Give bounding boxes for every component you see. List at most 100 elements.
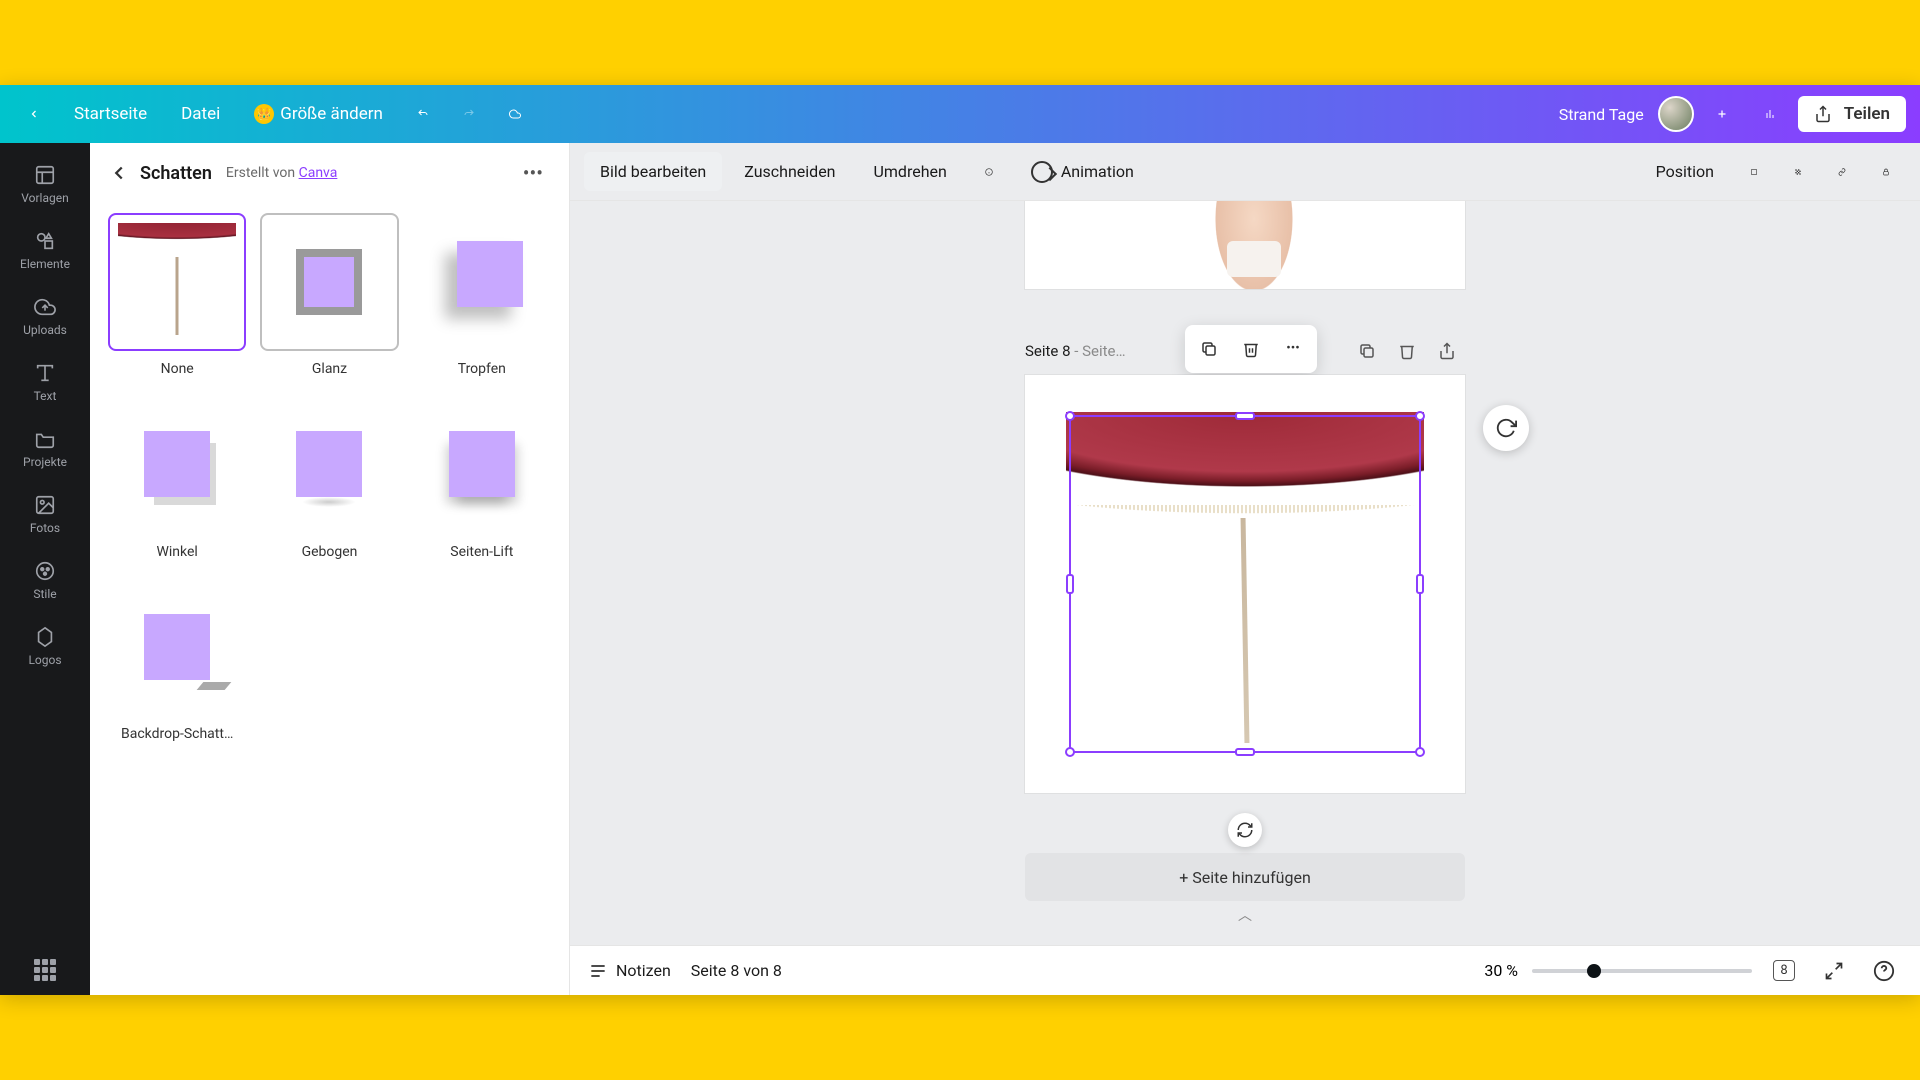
flip-button[interactable]: Umdrehen xyxy=(858,152,963,191)
rail-uploads[interactable]: Uploads xyxy=(0,283,90,349)
fullscreen-button[interactable] xyxy=(1816,953,1852,989)
panel-back-button[interactable] xyxy=(108,162,130,184)
main-area: Vorlagen Elemente Uploads Text Projekte … xyxy=(0,143,1920,995)
shadow-item-none: None xyxy=(108,213,246,377)
duplicate-page-button[interactable] xyxy=(1189,329,1229,369)
rail-logos[interactable]: Logos xyxy=(0,613,90,679)
top-bar-left: Startseite Datei 👑 Größe ändern xyxy=(14,94,535,134)
help-button[interactable] xyxy=(1866,953,1902,989)
page-label-row: Seite 8 - Seite… ••• xyxy=(1025,333,1465,369)
page-indicator: Seite 8 von 8 xyxy=(691,961,782,980)
transparency-button[interactable] xyxy=(1734,152,1774,192)
back-button[interactable] xyxy=(14,94,54,134)
shadow-thumb-backdrop[interactable] xyxy=(108,578,246,716)
lock-button[interactable] xyxy=(1866,152,1906,192)
resize-handle-tr[interactable] xyxy=(1415,411,1425,421)
redo-button[interactable] xyxy=(449,94,489,134)
info-button[interactable] xyxy=(969,152,1009,192)
panel-creator-link[interactable]: Canva xyxy=(299,165,338,181)
share-button[interactable]: Teilen xyxy=(1798,96,1906,132)
cloud-sync-icon[interactable] xyxy=(495,94,535,134)
resize-handle-t[interactable] xyxy=(1235,412,1255,420)
page-count-badge: 8 xyxy=(1773,960,1794,981)
shadow-thumb-none[interactable] xyxy=(108,213,246,351)
rail-label: Projekte xyxy=(23,455,67,469)
home-button[interactable]: Startseite xyxy=(60,96,161,132)
shadow-item-tropfen: Tropfen xyxy=(413,213,551,377)
page-subtitle: - Seite… xyxy=(1071,342,1126,360)
zoom-value[interactable]: 30 % xyxy=(1484,961,1518,980)
checker-button[interactable] xyxy=(1778,152,1818,192)
page-label[interactable]: Seite 8 - Seite… xyxy=(1025,342,1126,360)
rail-label: Elemente xyxy=(20,257,70,271)
link-button[interactable] xyxy=(1822,152,1862,192)
page-more-button[interactable]: ••• xyxy=(1273,329,1313,369)
undo-button[interactable] xyxy=(403,94,443,134)
shadow-thumb-glanz[interactable] xyxy=(260,213,398,351)
position-button[interactable]: Position xyxy=(1640,152,1730,191)
prev-page-preview[interactable] xyxy=(1025,201,1465,289)
shadow-label: Tropfen xyxy=(458,361,506,377)
page-tools xyxy=(1349,333,1465,369)
rail-projects[interactable]: Projekte xyxy=(0,415,90,481)
rail-apps[interactable] xyxy=(0,945,90,995)
shadow-label: None xyxy=(161,361,194,377)
canvas-scroll[interactable]: Seite 8 - Seite… ••• xyxy=(570,201,1920,945)
project-name[interactable]: Strand Tage xyxy=(1559,105,1644,124)
crop-button[interactable]: Zuschneiden xyxy=(728,152,851,191)
app-window: Startseite Datei 👑 Größe ändern Strand T… xyxy=(0,85,1920,995)
shadow-item-winkel: Winkel xyxy=(108,395,246,559)
shadow-label: Glanz xyxy=(312,361,347,377)
refresh-fab[interactable] xyxy=(1483,405,1529,451)
top-bar-right: Strand Tage Teilen xyxy=(1559,94,1906,134)
shadow-thumb-tropfen[interactable] xyxy=(413,213,551,351)
resize-handle-r[interactable] xyxy=(1416,574,1424,594)
side-panel: Schatten Erstellt von Canva ••• None Gla… xyxy=(90,143,570,995)
resize-handle-b[interactable] xyxy=(1235,748,1255,756)
selection-box[interactable] xyxy=(1069,415,1421,754)
add-page-button[interactable]: + Seite hinzufügen xyxy=(1025,853,1465,901)
page-export-button[interactable] xyxy=(1429,333,1465,369)
rail-elements[interactable]: Elemente xyxy=(0,217,90,283)
rail-label: Logos xyxy=(28,653,61,667)
zoom-slider[interactable] xyxy=(1532,969,1752,973)
shadow-label: Backdrop-Schatt… xyxy=(121,726,233,742)
insights-button[interactable] xyxy=(1750,94,1790,134)
notes-button[interactable]: Notizen xyxy=(588,961,671,981)
resize-handle-l[interactable] xyxy=(1066,574,1074,594)
top-bar: Startseite Datei 👑 Größe ändern Strand T… xyxy=(0,85,1920,143)
projects-icon xyxy=(33,427,57,451)
delete-page-button[interactable] xyxy=(1231,329,1271,369)
add-member-button[interactable] xyxy=(1702,94,1742,134)
rail-text[interactable]: Text xyxy=(0,349,90,415)
footer-bar: Notizen Seite 8 von 8 30 % 8 xyxy=(570,945,1920,995)
shadow-thumb-seitenlift[interactable] xyxy=(413,395,551,533)
rail-templates[interactable]: Vorlagen xyxy=(0,151,90,217)
shadow-label: Gebogen xyxy=(302,544,358,560)
page-copy-button[interactable] xyxy=(1349,333,1385,369)
rail-photos[interactable]: Fotos xyxy=(0,481,90,547)
animation-button[interactable]: Animation xyxy=(1015,151,1150,193)
collapse-pages-button[interactable]: ︿ xyxy=(1025,905,1465,925)
page-delete-button[interactable] xyxy=(1389,333,1425,369)
file-menu[interactable]: Datei xyxy=(167,96,234,132)
canvas-page[interactable] xyxy=(1025,375,1465,794)
rail-label: Stile xyxy=(33,587,56,601)
shadow-thumb-winkel[interactable] xyxy=(108,395,246,533)
rotate-handle[interactable] xyxy=(1228,813,1262,847)
rail-label: Fotos xyxy=(30,521,60,535)
panel-title: Schatten xyxy=(140,163,212,184)
resize-handle-br[interactable] xyxy=(1415,747,1425,757)
shadow-thumb-gebogen[interactable] xyxy=(260,395,398,533)
panel-more-button[interactable]: ••• xyxy=(515,157,551,189)
resize-handle-bl[interactable] xyxy=(1065,747,1075,757)
avatar[interactable] xyxy=(1658,96,1694,132)
grid-view-button[interactable]: 8 xyxy=(1766,953,1802,989)
edit-image-button[interactable]: Bild bearbeiten xyxy=(584,152,722,191)
resize-button[interactable]: 👑 Größe ändern xyxy=(240,96,397,132)
resize-handle-tl[interactable] xyxy=(1065,411,1075,421)
shadow-item-seitenlift: Seiten-Lift xyxy=(413,395,551,559)
rail-styles[interactable]: Stile xyxy=(0,547,90,613)
animation-icon xyxy=(1031,161,1053,183)
zoom-knob[interactable] xyxy=(1587,964,1601,978)
